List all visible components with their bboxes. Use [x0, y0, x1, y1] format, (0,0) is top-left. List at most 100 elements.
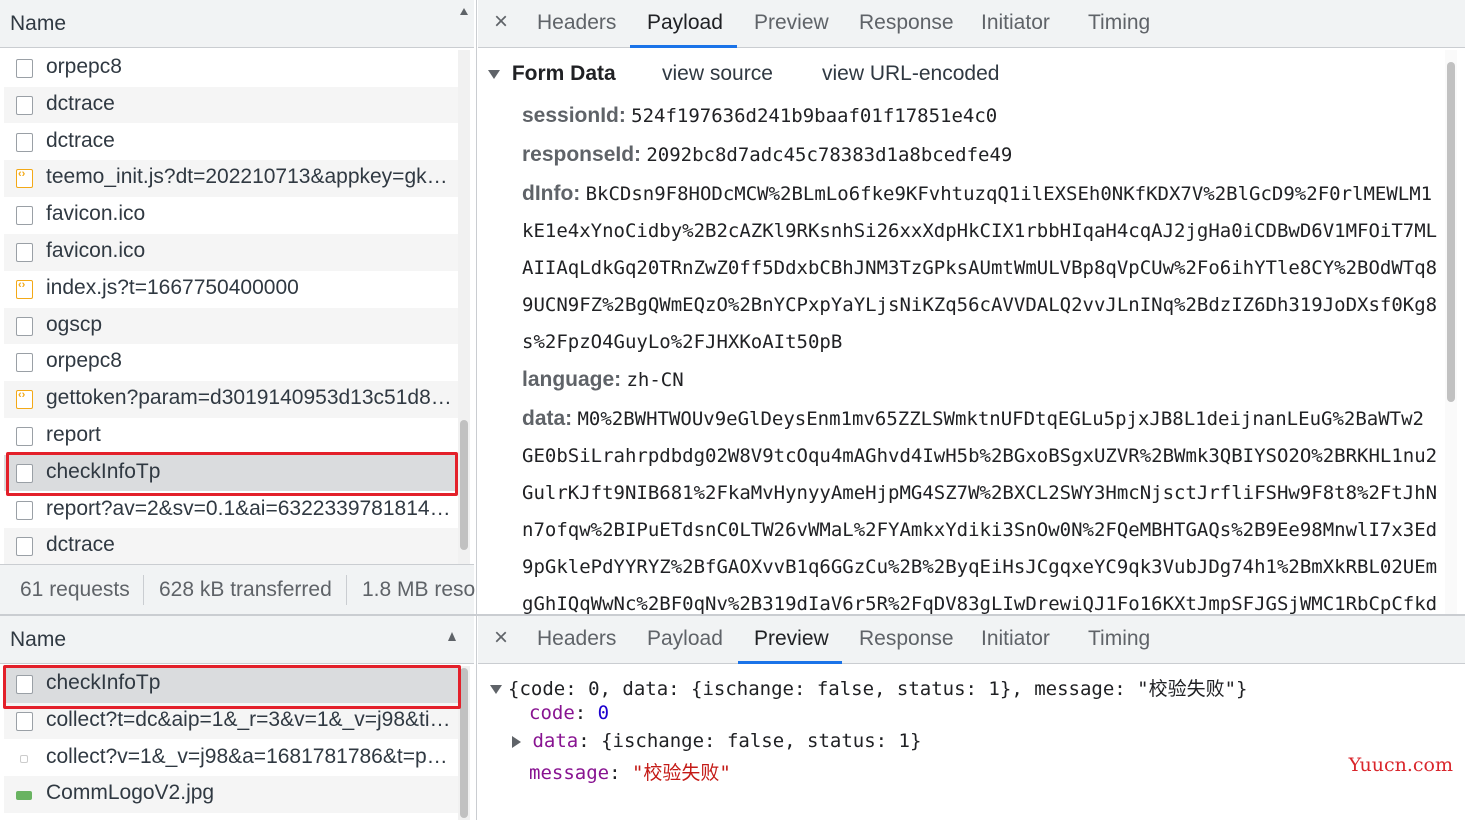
json-summary[interactable]: {code: 0, data: {ischange: false, status… [490, 674, 1247, 701]
request-row[interactable]: collect?v=1&_v=j98&a=1681781786&t=pagevi… [4, 740, 458, 777]
json-code-row: code: 0 [529, 702, 609, 724]
json-key: data [532, 730, 579, 752]
request-name: orpepc8 [46, 55, 122, 78]
script-icon [16, 389, 33, 410]
field-language: language: zh-CN [522, 368, 684, 392]
field-key: responseId: [522, 143, 642, 166]
request-name: ogscp [46, 312, 103, 336]
watermark: Yuucn.com [1348, 754, 1453, 776]
scrollbar-thumb[interactable] [1447, 62, 1455, 402]
selected-request-highlight [3, 665, 461, 709]
field-key: sessionId: [522, 104, 626, 127]
data-continuation: gGhIQqWwNc%2BF0qNv%2B319dIaV6r5R%2FqDV83… [522, 593, 1438, 614]
request-name: CommLogoV2.jpg [46, 781, 215, 805]
request-name: dctrace [46, 533, 115, 557]
json-object-preview: {ischange: false, status: 1} [601, 730, 922, 752]
collapse-triangle-icon[interactable] [488, 69, 500, 79]
field-response-id: responseId: 2092bc8d7adc45c78383d1a8bced… [522, 143, 1012, 167]
tab-preview[interactable]: Preview [754, 627, 829, 651]
name-column-header[interactable]: Name [0, 616, 474, 664]
tab-timing[interactable]: Timing [1088, 627, 1150, 651]
request-row[interactable]: teemo_init.js?dt=202210713&appkey=gk1lum… [4, 160, 458, 197]
request-name: favicon.ico [46, 202, 146, 226]
field-value: BkCDsn9F8HODcMCW%2BLmLo6fke9KFvhtuzqQ1il… [585, 183, 1433, 205]
active-tab-indicator [630, 45, 737, 48]
view-url-encoded-link[interactable]: view URL-encoded [822, 62, 999, 86]
request-name: orpepc8 [46, 349, 122, 373]
request-row[interactable]: report [4, 418, 458, 455]
close-icon[interactable]: × [494, 8, 508, 36]
close-icon[interactable]: × [494, 624, 508, 652]
request-row[interactable]: CommLogoV2.jpg [4, 776, 458, 813]
json-data-row[interactable]: data: {ischange: false, status: 1} [512, 730, 921, 752]
request-row[interactable]: dctrace [4, 86, 458, 124]
doc-icon [16, 59, 33, 78]
tab-initiator[interactable]: Initiator [981, 627, 1050, 651]
view-source-link[interactable]: view source [662, 62, 773, 86]
status-divider [143, 575, 144, 605]
request-name: dctrace [46, 128, 115, 152]
request-row[interactable]: orpepc8 [4, 50, 458, 87]
data-continuation: n7ofqw%2BIPuETdsnC0LTW26vWMaL%2FYAmkxYdi… [522, 519, 1438, 541]
field-value: 524f197636d241b9baaf01f17851e4c0 [631, 105, 998, 127]
request-list-scrollbar[interactable] [458, 50, 470, 564]
doc-icon [16, 537, 33, 557]
request-row[interactable]: favicon.ico [4, 234, 458, 271]
request-row[interactable]: dctrace [4, 528, 458, 565]
request-row[interactable]: ogscp [4, 307, 458, 345]
name-column-label: Name [10, 628, 67, 651]
request-row[interactable]: index.js?t=1667750400000 [4, 271, 458, 308]
payload-scrollbar[interactable] [1445, 50, 1457, 614]
scrollbar-thumb[interactable] [460, 668, 468, 818]
script-icon [16, 279, 33, 299]
details-tab-bar: × Headers Payload Preview Response Initi… [478, 0, 1465, 48]
collapse-triangle-icon[interactable] [490, 685, 502, 694]
json-key: message [529, 762, 610, 784]
doc-icon [16, 95, 33, 115]
json-colon: : [574, 702, 598, 724]
tab-preview[interactable]: Preview [754, 11, 829, 35]
resources-size: 1.8 MB reso [362, 578, 476, 601]
tab-headers[interactable]: Headers [537, 627, 616, 651]
dinfo-continuation: kE1e4xYnoCidby%2B2cAZKl9RKsnhSi26xxXdpHk… [522, 220, 1438, 242]
sort-ascending-icon [460, 8, 468, 15]
dinfo-continuation: AIIAqLdkGq20TRnZwZ0ff5DdxbCBhJNM3TzGPksA… [522, 257, 1438, 279]
json-colon: : [609, 762, 632, 784]
request-row[interactable]: orpepc8 [4, 344, 458, 381]
request-row[interactable]: report?av=2&sv=0.1&ai=6322339781814&ap=1 [4, 492, 458, 529]
sort-ascending-icon [448, 632, 456, 641]
request-name: report [46, 423, 101, 446]
doc-icon [16, 243, 33, 262]
tab-timing[interactable]: Timing [1088, 11, 1150, 35]
active-tab-indicator [738, 661, 842, 664]
request-row[interactable]: gettoken?param=d3019140953d13c51d8f7a2e [4, 381, 458, 418]
requests-count: 61 requests [20, 578, 130, 601]
expand-triangle-icon[interactable] [512, 735, 521, 748]
bottom-details-panel: × Headers Payload Preview Response Initi… [478, 616, 1465, 820]
tab-headers[interactable]: Headers [537, 11, 616, 35]
form-data-section[interactable]: Form Data [488, 62, 616, 86]
field-key: dInfo: [522, 182, 581, 205]
bottom-request-list: Name checkInfoTp collect?t=dc&aip=1&_r=3&… [0, 616, 477, 820]
doc-icon [16, 353, 33, 373]
json-string: "校验失败" [631, 762, 731, 784]
top-details-panel: × Headers Payload Preview Response Initi… [478, 0, 1465, 614]
request-name: collect?t=dc&aip=1&_r=3&v=1&_v=j98&tid=U… [46, 707, 456, 731]
details-tab-bar: × Headers Payload Preview Response Initi… [478, 616, 1465, 664]
request-row[interactable]: dctrace [4, 124, 458, 161]
tab-payload[interactable]: Payload [647, 627, 723, 651]
tab-initiator[interactable]: Initiator [981, 11, 1050, 35]
data-continuation: GE0bSiLrahrpdbdg02W8V9tcOqu4mAGhvd4IwH5b… [522, 445, 1438, 467]
scrollbar-thumb[interactable] [460, 420, 468, 550]
doc-icon [16, 206, 33, 226]
field-value: 2092bc8d7adc45c78383d1a8bcedfe49 [646, 144, 1013, 166]
tab-response[interactable]: Response [859, 11, 954, 35]
tab-response[interactable]: Response [859, 627, 954, 651]
request-row[interactable]: favicon.ico [4, 197, 458, 234]
request-name: dctrace [46, 91, 115, 115]
tab-payload[interactable]: Payload [647, 11, 723, 35]
doc-icon [16, 427, 33, 446]
name-column-header[interactable]: Name [0, 0, 474, 48]
network-status-bar: 61 requests 628 kB transferred 1.8 MB re… [0, 564, 476, 614]
script-icon [16, 168, 33, 189]
